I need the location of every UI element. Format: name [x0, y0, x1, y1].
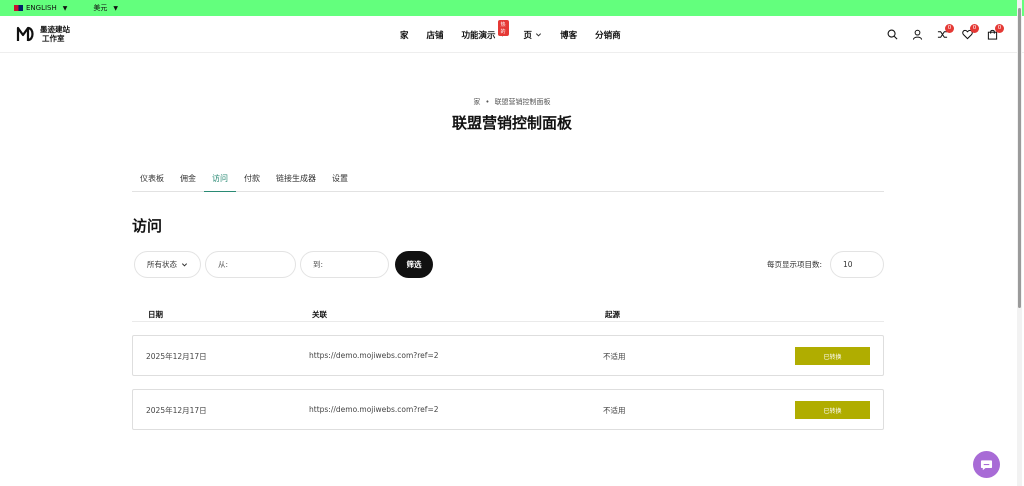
table-row: 2025年12月17日 https://demo.mojiwebs.com?re…: [132, 335, 884, 376]
chat-icon: [980, 459, 993, 470]
nav-label: 页: [523, 30, 533, 41]
logo-text: 墨迹建站 工作室: [40, 25, 70, 43]
row-source: 不适用: [603, 406, 626, 415]
nav-item-affiliates[interactable]: 分销商: [595, 29, 621, 41]
tab-settings[interactable]: 设置: [324, 168, 356, 192]
nav-label: 博客: [560, 30, 578, 41]
cart-button[interactable]: 0: [986, 23, 1004, 41]
uk-flag-icon: [14, 5, 23, 11]
row-date: 2025年12月17日: [146, 352, 207, 361]
tab-visits[interactable]: 访问: [204, 168, 236, 192]
visits-table-header: 日期 关联 起源: [132, 304, 884, 322]
caret-down-icon: ▼: [113, 4, 119, 12]
cart-count: 0: [995, 23, 1004, 33]
logo-mark-icon: [16, 26, 34, 42]
table-row: 2025年12月17日 https://demo.mojiwebs.com?re…: [132, 389, 884, 430]
chevron-down-icon: [536, 33, 542, 37]
status-select-value: 所有状态: [147, 260, 177, 269]
logo-line-2: 工作室: [42, 34, 65, 43]
site-header: 墨迹建站 工作室 家 店铺 功能演示 热的 页 博客 分销商 0 0 0: [0, 16, 1024, 53]
from-date-input[interactable]: 从:: [205, 251, 296, 278]
header-source: 起源: [605, 310, 620, 319]
search-button[interactable]: [886, 29, 898, 41]
filter-button[interactable]: 筛选: [395, 251, 433, 278]
tab-commissions[interactable]: 佣金: [172, 168, 204, 192]
user-icon: [912, 29, 922, 40]
to-date-placeholder: 到:: [313, 260, 324, 269]
nav-label: 分销商: [595, 30, 621, 41]
scrollbar-thumb[interactable]: [1018, 8, 1021, 308]
site-logo[interactable]: 墨迹建站 工作室: [16, 25, 70, 43]
logo-line-1: 墨迹建站: [40, 25, 70, 34]
nav-label: 店铺: [426, 30, 444, 41]
chevron-down-icon: [181, 263, 188, 267]
header-date: 日期: [148, 310, 163, 319]
page-title: 联盟营销控制面板: [451, 114, 572, 132]
per-page-value: 10: [843, 260, 853, 269]
nav-label: 家: [400, 30, 409, 41]
search-icon: [887, 29, 897, 40]
per-page-input[interactable]: 10: [830, 251, 884, 278]
account-button[interactable]: [911, 29, 923, 41]
hot-badge: 热的: [497, 19, 509, 36]
nav-item-blog[interactable]: 博客: [560, 29, 577, 41]
chat-button[interactable]: [973, 451, 1000, 478]
currency-selector[interactable]: 美元 ▼: [93, 3, 118, 13]
currency-label: 美元: [93, 4, 108, 12]
per-page-control: 每页显示项目数: 10: [767, 251, 884, 278]
compare-button[interactable]: 0: [936, 23, 954, 41]
caret-down-icon: ▼: [62, 4, 68, 12]
wishlist-button[interactable]: 0: [961, 23, 979, 41]
tab-link-generator[interactable]: 链接生成器: [268, 168, 324, 192]
breadcrumb-home[interactable]: 家: [473, 98, 480, 106]
row-date: 2025年12月17日: [146, 406, 207, 415]
top-bar: ENGLISH ▼ 美元 ▼: [0, 0, 1024, 16]
row-source: 不适用: [603, 352, 626, 361]
status-badge: 已转换: [795, 401, 870, 419]
dashboard-tabs: 仪表板 佣金 访问 付款 链接生成器 设置: [132, 168, 884, 192]
section-title: 访问: [132, 217, 163, 235]
nav-label: 功能演示: [461, 30, 496, 41]
status-badge: 已转换: [795, 347, 870, 365]
row-link: https://demo.mojiwebs.com?ref=2: [309, 351, 439, 360]
language-selector[interactable]: ENGLISH ▼: [14, 4, 67, 12]
header-icons: 0 0 0: [886, 16, 1004, 53]
nav-item-pages[interactable]: 页: [524, 29, 543, 41]
breadcrumb-separator: •: [485, 98, 490, 106]
main-nav: 家 店铺 功能演示 热的 页 博客 分销商: [400, 16, 621, 53]
nav-item-shop[interactable]: 店铺: [427, 29, 444, 41]
wishlist-count: 0: [970, 23, 979, 33]
tab-dashboard[interactable]: 仪表板: [132, 168, 172, 192]
compare-count: 0: [945, 23, 954, 33]
filter-bar: 所有状态 从: 到: 筛选: [134, 251, 433, 278]
to-date-input[interactable]: 到:: [300, 251, 389, 278]
language-label: ENGLISH: [26, 4, 57, 12]
header-link: 关联: [312, 310, 327, 319]
nav-item-home[interactable]: 家: [400, 29, 409, 41]
breadcrumb-current: 联盟营销控制面板: [494, 98, 551, 106]
breadcrumb: 家 • 联盟营销控制面板: [0, 97, 1024, 107]
tab-payments[interactable]: 付款: [236, 168, 268, 192]
row-link: https://demo.mojiwebs.com?ref=2: [309, 405, 439, 414]
status-select[interactable]: 所有状态: [134, 251, 201, 278]
from-date-placeholder: 从:: [218, 260, 229, 269]
nav-item-features[interactable]: 功能演示 热的: [461, 19, 509, 41]
per-page-label: 每页显示项目数:: [766, 260, 822, 269]
